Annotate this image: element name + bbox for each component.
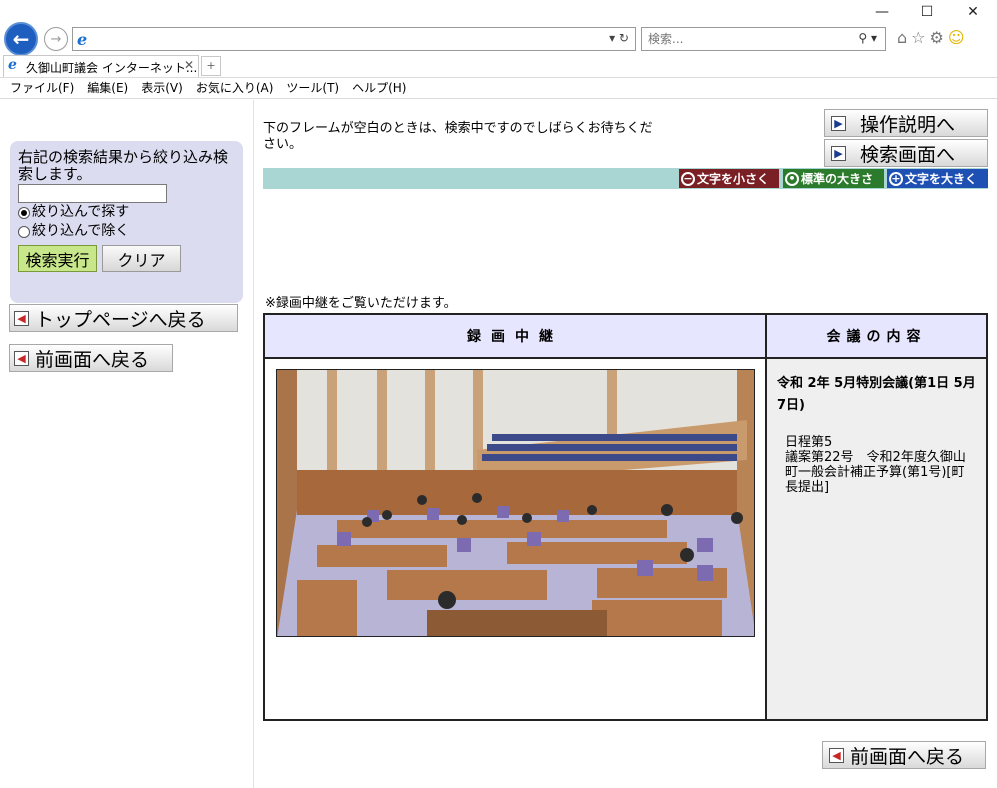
back-arrow-icon: ◀: [14, 350, 29, 366]
plus-icon: +: [889, 171, 903, 186]
agenda-text: 日程第5 議案第22号 令和2年度久御山町一般会計補正予算(第1号)[町長提出]: [777, 435, 976, 495]
recording-caption: ※録画中継をご覧いただけます。: [265, 296, 457, 311]
radio-exclude-label: 絞り込んで除く: [32, 223, 130, 239]
feedback-smiley-icon[interactable]: ☺: [948, 28, 965, 47]
font-size-bar: − 文字を小さく • 標準の大きさ + 文字を大きく: [263, 168, 988, 189]
close-window-icon[interactable]: ✕: [958, 4, 988, 20]
prev-page-label: 前画面へ戻る: [35, 348, 150, 371]
dot-icon: •: [785, 171, 799, 186]
video-cell: [265, 359, 767, 719]
menu-help[interactable]: ヘルプ(H): [352, 78, 406, 98]
tab-ie-icon: e: [8, 57, 17, 73]
search-screen-button[interactable]: ▶ 検索画面へ: [824, 139, 988, 167]
radio-exclude[interactable]: [18, 225, 30, 238]
clear-button[interactable]: クリア: [102, 245, 181, 272]
search-icon[interactable]: ⚲ ▾: [858, 31, 877, 45]
filter-panel: 右記の検索結果から絞り込み検索します。 絞り込んで探す 絞り込んで除く 検索実行…: [10, 141, 243, 303]
back-arrow-icon: ◀: [14, 310, 29, 326]
minus-icon: −: [681, 171, 695, 186]
tab-close-icon[interactable]: ✕: [184, 58, 194, 72]
address-bar[interactable]: e ▾ ↻: [72, 27, 636, 51]
menu-favorites[interactable]: お気に入り(A): [196, 78, 274, 98]
prev-page-bottom-label: 前画面へ戻る: [850, 745, 965, 768]
tab-title: 久御山町議会 インターネット...: [26, 61, 198, 75]
prev-page-button[interactable]: ◀ 前画面へ戻る: [9, 344, 173, 372]
search-screen-label: 検索画面へ: [860, 143, 956, 166]
font-standard-button[interactable]: • 標準の大きさ: [783, 169, 884, 188]
meeting-title: 令和 2年 5月特別会議(第1日 5月 7日): [777, 376, 976, 413]
browser-tab[interactable]: e 久御山町議会 インターネット... ✕: [3, 55, 199, 77]
maximize-icon[interactable]: ☐: [912, 4, 942, 20]
browser-chrome: — ☐ ✕ ← → e ▾ ↻ ⚲ ▾ ⌂ ☆ ⚙ ☺ e 久御山町議会 インタ…: [0, 0, 997, 100]
prev-page-button-bottom[interactable]: ◀ 前画面へ戻る: [822, 741, 986, 769]
home-icon[interactable]: ⌂: [897, 28, 907, 47]
menu-view[interactable]: 表示(V): [141, 78, 183, 98]
ie-logo-icon: e: [77, 30, 88, 49]
font-standard-label: 標準の大きさ: [801, 172, 874, 186]
radio-include[interactable]: [18, 206, 30, 219]
font-smaller-button[interactable]: − 文字を小さく: [679, 169, 779, 188]
header-content: 会議の内容: [767, 315, 986, 359]
recording-table: 録画中継 会議の内容 令和 2年 5月特別会議(第1日 5月 7日) 日程第5 …: [263, 313, 988, 721]
loading-notice: 下のフレームが空白のときは、検索中ですのでしばらくお待ちください。: [263, 121, 653, 152]
forward-arrow-icon: ▶: [831, 145, 846, 161]
new-tab-icon[interactable]: +: [201, 56, 221, 76]
search-execute-button[interactable]: 検索実行: [18, 245, 97, 272]
video-player[interactable]: [276, 369, 755, 637]
radio-exclude-row[interactable]: 絞り込んで除く: [18, 222, 235, 241]
favorites-star-icon[interactable]: ☆: [911, 28, 925, 47]
font-larger-label: 文字を大きく: [905, 172, 978, 186]
radio-include-label: 絞り込んで探す: [32, 204, 130, 220]
search-box[interactable]: ⚲ ▾: [641, 27, 886, 51]
filter-keyword-input[interactable]: [18, 184, 167, 203]
gear-icon[interactable]: ⚙: [930, 28, 944, 47]
search-input[interactable]: [648, 32, 838, 46]
menu-file[interactable]: ファイル(F): [10, 78, 74, 98]
filter-description: 右記の検索結果から絞り込み検索します。: [18, 148, 229, 183]
font-larger-button[interactable]: + 文字を大きく: [887, 169, 988, 188]
help-label: 操作説明へ: [860, 113, 956, 136]
agenda-item-number: 日程第5: [785, 435, 833, 450]
back-arrow-icon[interactable]: ←: [4, 22, 38, 56]
menu-bar: ファイル(F) 編集(E) 表示(V) お気に入り(A) ツール(T) ヘルプ(…: [0, 77, 997, 99]
left-frame: 右記の検索結果から絞り込み検索します。 絞り込んで探す 絞り込んで除く 検索実行…: [0, 100, 254, 788]
toolbar-icons: ⌂ ☆ ⚙ ☺: [897, 28, 965, 47]
menu-edit[interactable]: 編集(E): [87, 78, 128, 98]
top-page-label: トップページへ戻る: [35, 308, 206, 331]
council-chamber-video-frame: [277, 370, 754, 636]
top-page-button[interactable]: ◀ トップページへ戻る: [9, 304, 238, 332]
refresh-icon[interactable]: ▾ ↻: [609, 31, 629, 45]
minimize-icon[interactable]: —: [867, 4, 897, 20]
content-cell: 令和 2年 5月特別会議(第1日 5月 7日) 日程第5 議案第22号 令和2年…: [767, 359, 986, 719]
menu-tools[interactable]: ツール(T): [286, 78, 339, 98]
back-arrow-icon: ◀: [829, 747, 844, 763]
font-smaller-label: 文字を小さく: [697, 172, 770, 186]
agenda-item-title: 議案第22号 令和2年度久御山町一般会計補正予算(第1号)[町長提出]: [785, 450, 966, 495]
forward-arrow-icon: ▶: [831, 115, 846, 131]
forward-arrow-icon[interactable]: →: [44, 27, 68, 51]
header-video: 録画中継: [265, 315, 767, 359]
help-button[interactable]: ▶ 操作説明へ: [824, 109, 988, 137]
radio-include-row[interactable]: 絞り込んで探す: [18, 203, 235, 222]
